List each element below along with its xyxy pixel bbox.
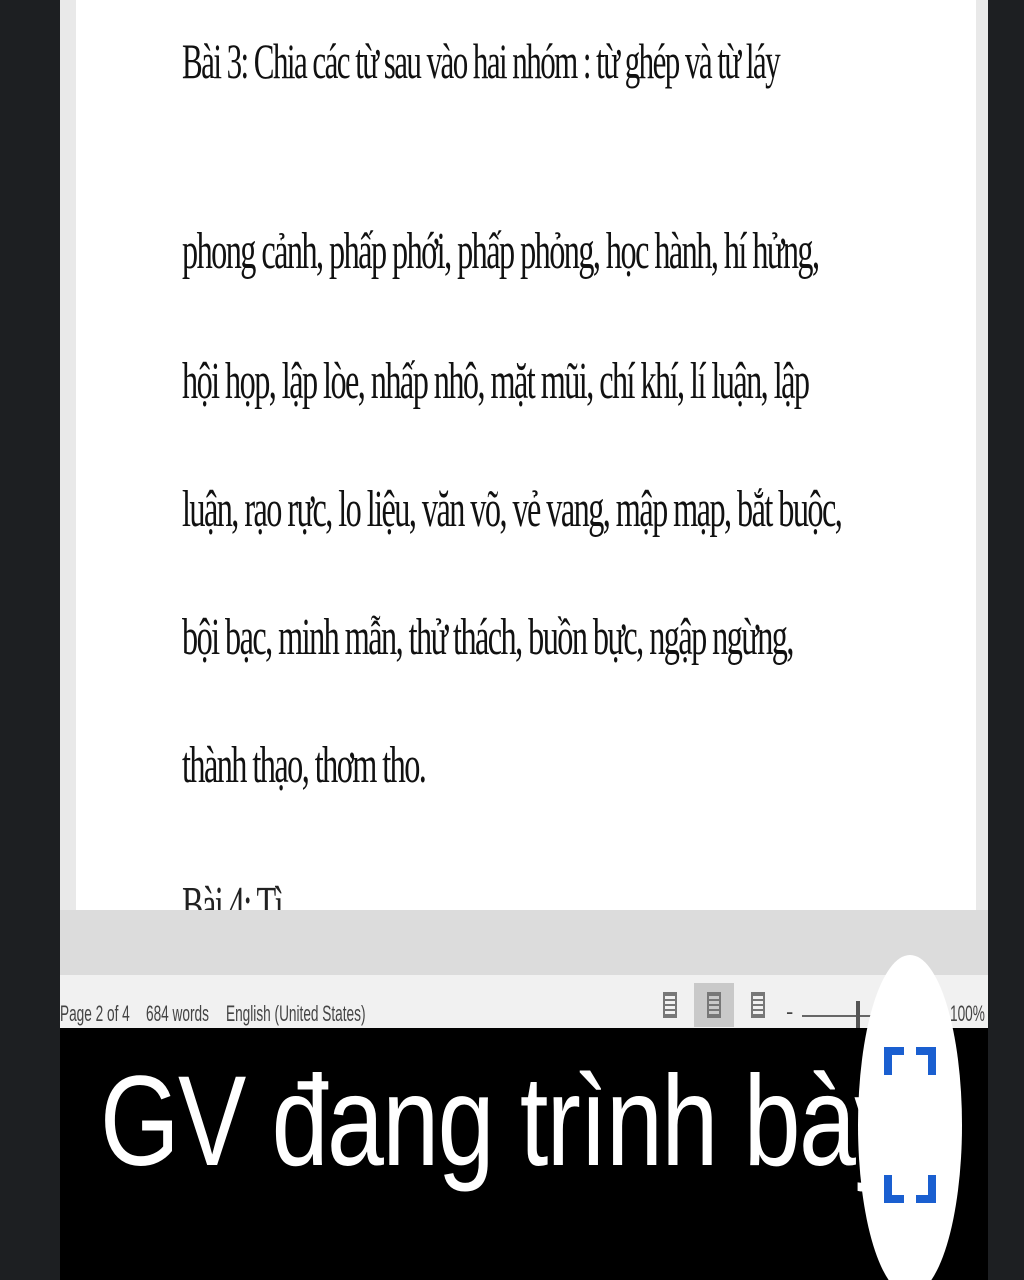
print-layout-icon — [707, 992, 721, 1018]
page-count[interactable]: Page 2 of 4 — [60, 1001, 130, 1027]
zoom-out-button[interactable]: - — [786, 999, 793, 1025]
web-layout-button[interactable] — [738, 983, 778, 1027]
word-count[interactable]: 684 words — [146, 1001, 209, 1027]
language-indicator[interactable]: English (United States) — [226, 1001, 366, 1027]
fullscreen-button[interactable] — [858, 955, 962, 1280]
read-mode-icon — [663, 992, 677, 1018]
caption-bar: GV đang trình bày — [60, 1028, 988, 1280]
zoom-slider-thumb[interactable] — [856, 1001, 860, 1029]
caption-text: GV đang trình bày — [100, 1050, 905, 1193]
fullscreen-icon — [884, 1047, 936, 1203]
page-gap — [60, 910, 988, 975]
print-layout-button[interactable] — [694, 983, 734, 1027]
document-page[interactable]: Bài 3: Chia các từ sau vào hai nhóm : từ… — [76, 0, 976, 910]
zoom-level[interactable]: 100% — [950, 1001, 985, 1027]
read-mode-button[interactable] — [650, 983, 690, 1027]
video-frame: Bài 3: Chia các từ sau vào hai nhóm : từ… — [0, 0, 1024, 1280]
word-list-line-2: hội họp, lập lòe, nhấp nhô, mặt mũi, chí… — [182, 353, 810, 410]
word-list-line-4: bội bạc, minh mẫn, thử thách, buồn bực, … — [182, 609, 794, 666]
next-exercise-text: Bài 4: Tì — [182, 877, 284, 910]
status-bar: Page 2 of 4 684 words English (United St… — [60, 975, 988, 1030]
word-list-line-5: thành thạo, thơm tho. — [182, 737, 427, 794]
word-list-line-3: luận, rạo rực, lo liệu, văn võ, vẻ vang,… — [182, 481, 843, 538]
next-exercise-partial: Bài 4: Tì — [182, 870, 882, 910]
word-document-window: Bài 3: Chia các từ sau vào hai nhóm : từ… — [60, 0, 988, 1030]
web-layout-icon — [751, 992, 765, 1018]
word-list-line-1: phong cảnh, phấp phới, phấp phỏng, học h… — [182, 223, 820, 280]
exercise-title: Bài 3: Chia các từ sau vào hai nhóm : từ… — [182, 33, 781, 89]
